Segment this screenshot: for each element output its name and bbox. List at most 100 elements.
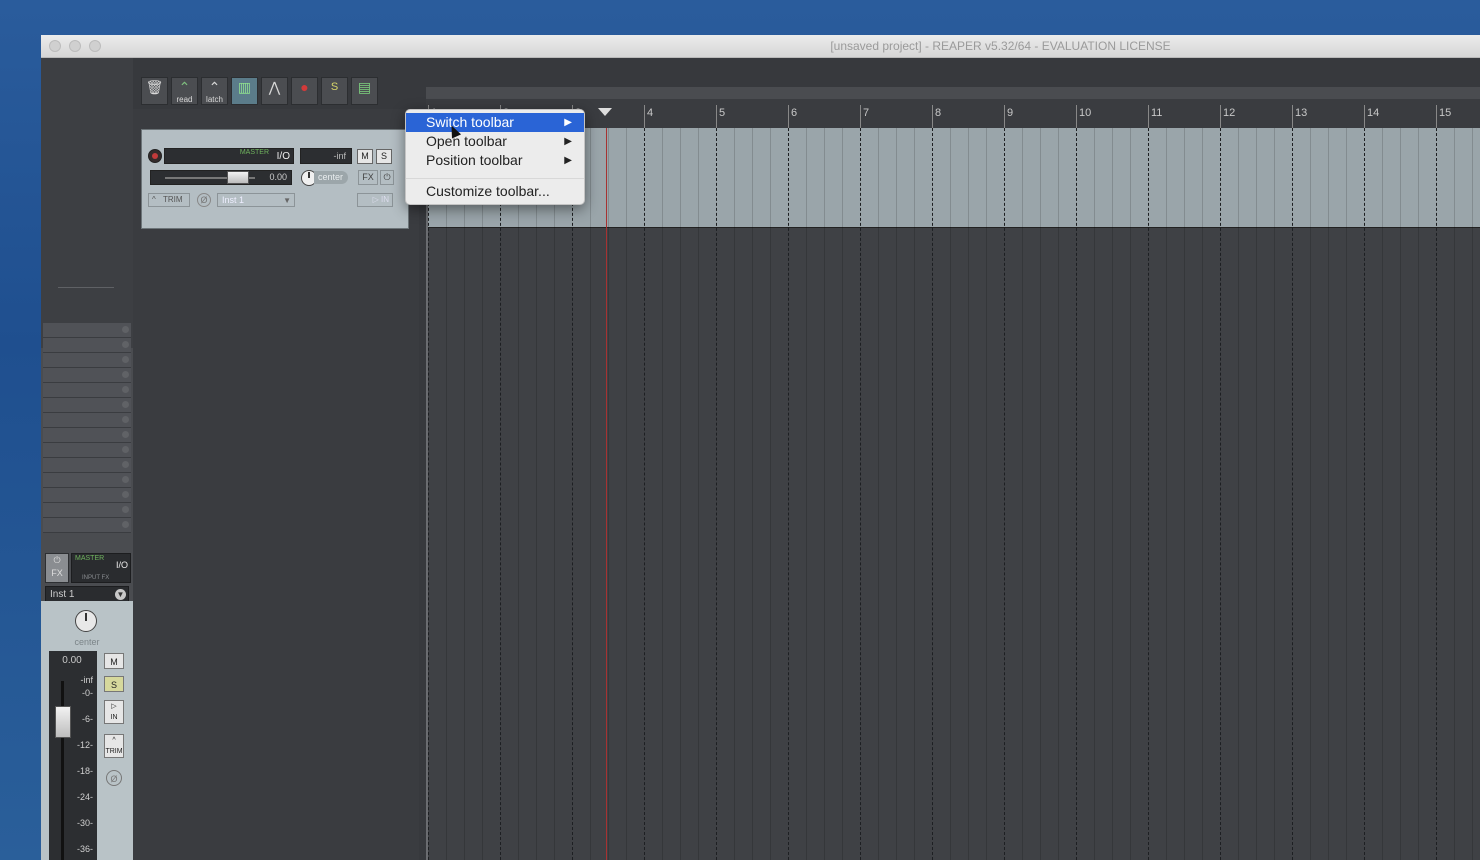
menu-item-switch-toolbar[interactable]: Switch toolbar ▶ bbox=[406, 113, 584, 132]
grid-line-measure bbox=[1004, 128, 1005, 860]
grid-line-beat bbox=[518, 128, 519, 860]
ruler-tick bbox=[932, 105, 933, 128]
grid-line-measure bbox=[788, 128, 789, 860]
track-fx-button[interactable]: FX bbox=[358, 170, 378, 185]
grid-line-measure bbox=[932, 128, 933, 860]
track-trim-button[interactable]: TRIM bbox=[148, 193, 190, 207]
mixer-input-select[interactable]: Inst 1 ▼ bbox=[45, 586, 129, 602]
track-mute-button[interactable]: M bbox=[357, 149, 373, 164]
grid-line-measure bbox=[1436, 128, 1437, 860]
grid-line-measure bbox=[428, 128, 429, 860]
grid-line-beat bbox=[1094, 128, 1095, 860]
mixer-io-button[interactable]: I/O bbox=[116, 560, 128, 570]
mixer-fx-button[interactable]: ⏻ FX bbox=[45, 553, 69, 583]
power-icon[interactable]: ⏻ bbox=[380, 170, 394, 185]
grid-line-measure bbox=[1076, 128, 1077, 860]
window-title: [unsaved project] - REAPER v5.32/64 - EV… bbox=[830, 39, 1171, 53]
mixer-volume-fader[interactable] bbox=[55, 706, 71, 738]
grid-line-beat bbox=[662, 128, 663, 860]
grid-line-measure bbox=[860, 128, 861, 860]
ruler-region-bar bbox=[426, 87, 1480, 99]
mixer-phase-button[interactable]: Ø bbox=[106, 770, 122, 786]
grid-line-beat bbox=[752, 128, 753, 860]
track-panel[interactable]: MASTER I/O -inf M S 0.00 center FX ⏻ TRI… bbox=[141, 129, 409, 229]
ruler-tick bbox=[1364, 105, 1365, 128]
track-volume-fader[interactable]: 0.00 bbox=[150, 170, 292, 185]
mixer-strip: ⏻ FX MASTER I/O INPUT FX Inst 1 ▼ center… bbox=[41, 58, 133, 860]
grid-line-beat bbox=[626, 128, 627, 860]
track-name-field[interactable]: MASTER I/O bbox=[164, 148, 294, 164]
grid-line-beat bbox=[1328, 128, 1329, 860]
grid-line-beat bbox=[1058, 128, 1059, 860]
phase-icon[interactable]: Ø bbox=[197, 193, 211, 207]
record-arm-button[interactable] bbox=[148, 149, 162, 163]
play-cursor-marker[interactable] bbox=[598, 108, 612, 116]
mixer-trim-button[interactable]: ^ TRIM bbox=[104, 734, 124, 758]
mixer-channel-controls: center 0.00 -inf -0- -6- -12- -18- -24- … bbox=[41, 601, 133, 860]
record-icon[interactable]: ● bbox=[291, 77, 318, 105]
ruler-tick bbox=[788, 105, 789, 128]
trash-icon[interactable]: 🗑 bbox=[141, 77, 168, 105]
mixer-mute-button[interactable]: M bbox=[104, 653, 124, 669]
track-io-button[interactable]: I/O bbox=[277, 151, 290, 162]
grid-line-beat bbox=[950, 128, 951, 860]
track-pan-label: center bbox=[314, 171, 348, 184]
toolbar-context-menu: Switch toolbar ▶ Open toolbar ▶ Position… bbox=[405, 109, 585, 205]
grid-line-beat bbox=[1310, 128, 1311, 860]
ruler-measure-number: 7 bbox=[863, 107, 870, 119]
grid-line-measure bbox=[1364, 128, 1365, 860]
grid-line-beat bbox=[680, 128, 681, 860]
mixer-master-display[interactable]: MASTER I/O INPUT FX bbox=[71, 553, 131, 583]
grid-line-measure bbox=[500, 128, 501, 860]
grid-line-beat bbox=[554, 128, 555, 860]
grid-line-beat bbox=[824, 128, 825, 860]
mixer-pan-knob[interactable] bbox=[75, 610, 97, 632]
menu-item-customize-toolbar[interactable]: Customize toolbar... bbox=[406, 182, 584, 201]
envelope-icon[interactable]: ⋀ bbox=[261, 77, 288, 105]
fader-handle[interactable] bbox=[227, 171, 249, 184]
grid-line-beat bbox=[1184, 128, 1185, 860]
grid-icon[interactable]: ▤ bbox=[351, 77, 378, 105]
fx-slot-list[interactable] bbox=[43, 323, 131, 553]
grid-line-beat bbox=[1130, 128, 1131, 860]
mixer-solo-button[interactable]: S bbox=[104, 676, 124, 692]
track-solo-button[interactable]: S bbox=[376, 149, 392, 164]
ruler-tick bbox=[1436, 105, 1437, 128]
grid-line-beat bbox=[1238, 128, 1239, 860]
grid-line-measure bbox=[716, 128, 717, 860]
edit-cursor bbox=[606, 128, 607, 860]
mixer-input-monitor-button[interactable]: ▷ IN bbox=[104, 700, 124, 724]
arrange-view[interactable] bbox=[426, 128, 1480, 860]
menu-separator bbox=[406, 170, 584, 179]
grid-line-beat bbox=[1346, 128, 1347, 860]
grid-line-beat bbox=[482, 128, 483, 860]
ruler-measure-number: 15 bbox=[1439, 107, 1452, 119]
menu-item-open-toolbar[interactable]: Open toolbar ▶ bbox=[406, 132, 584, 151]
grid-line-beat bbox=[536, 128, 537, 860]
submenu-arrow-icon: ▶ bbox=[564, 155, 572, 166]
ruler-measure-number: 11 bbox=[1151, 107, 1163, 119]
grid-line-beat bbox=[968, 128, 969, 860]
grid-line-beat bbox=[590, 128, 591, 860]
ruler-tick bbox=[1004, 105, 1005, 128]
grid-line-beat bbox=[986, 128, 987, 860]
ruler-measure-number: 9 bbox=[1007, 107, 1014, 119]
track-input-select[interactable]: Inst 1 ▼ bbox=[217, 193, 295, 207]
grid-line-measure bbox=[644, 128, 645, 860]
submenu-arrow-icon: ▶ bbox=[564, 136, 572, 147]
automation-read-button[interactable]: ⌃ read bbox=[171, 77, 198, 105]
reaper-window: [unsaved project] - REAPER v5.32/64 - EV… bbox=[41, 35, 1480, 860]
automation-latch-button[interactable]: ⌃ latch bbox=[201, 77, 228, 105]
solo-icon[interactable]: S bbox=[321, 77, 348, 105]
menu-item-position-toolbar[interactable]: Position toolbar ▶ bbox=[406, 151, 584, 170]
input-fx-button[interactable]: INPUT FX bbox=[82, 575, 109, 581]
track-volume-readout: -inf bbox=[300, 148, 352, 164]
ruler-measure-number: 10 bbox=[1079, 107, 1092, 119]
grid-line-beat bbox=[1040, 128, 1041, 860]
grid-line-beat bbox=[1256, 128, 1257, 860]
track-input-monitor-button[interactable]: ▷ IN bbox=[357, 193, 393, 207]
ripple-edit-icon[interactable]: ▥ bbox=[231, 77, 258, 105]
mixer-routing: ⏻ FX MASTER I/O INPUT FX bbox=[45, 553, 131, 583]
mixer-fader-value: 0.00 bbox=[62, 655, 82, 666]
ruler-measure-number: 14 bbox=[1367, 107, 1380, 119]
